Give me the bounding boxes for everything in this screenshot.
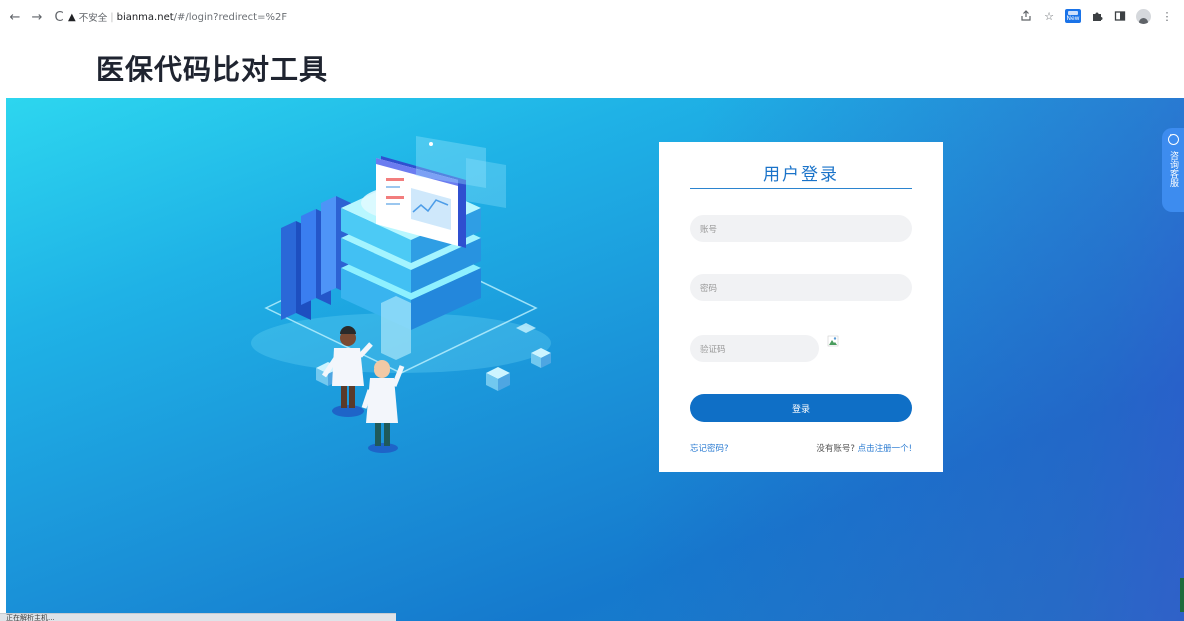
login-card: 用户登录 账号 密码 验证码 登录 忘记密码? 没有账号? 点击注册一个! [659,142,943,472]
share-icon[interactable] [1019,8,1033,24]
captcha-broken-image-icon[interactable] [827,335,839,347]
login-button[interactable]: 登录 [690,394,912,422]
register-prompt: 没有账号? 点击注册一个! [816,442,912,454]
page-title: 医保代码比对工具 [96,53,329,86]
captcha-input[interactable]: 验证码 [690,335,819,362]
no-account-text: 没有账号? [816,444,855,454]
login-title: 用户登录 [763,165,839,185]
url-host: bianma.net [116,11,174,23]
edge-widget [1180,578,1184,612]
account-input[interactable]: 账号 [690,215,912,242]
extension-new-icon[interactable]: New [1065,9,1081,23]
extensions-puzzle-icon[interactable] [1090,8,1104,24]
url-path: /#/login?redirect=%2F [173,11,288,23]
site-header: 医保代码比对工具 [0,34,1184,98]
browser-toolbar: ← → C ▲ 不安全 | bianma.net /#/login?redire… [0,0,1184,34]
address-bar[interactable]: ▲ 不安全 | bianma.net /#/login?redirect=%2F [64,6,1016,28]
forward-arrow-icon[interactable]: → [26,6,48,28]
title-divider [690,188,912,189]
address-separator: | [110,11,114,23]
toolbar-actions: ☆ New ⋮ [1019,8,1174,24]
back-arrow-icon[interactable]: ← [4,6,26,28]
isometric-data-illustration [251,136,551,453]
bookmark-star-icon[interactable]: ☆ [1042,8,1056,24]
warning-icon[interactable]: ▲ [68,12,76,23]
side-panel-icon[interactable] [1113,8,1127,24]
consult-label: 咨询客服 [1168,151,1178,187]
register-link[interactable]: 点击注册一个! [858,444,912,454]
insecure-label: 不安全 [78,13,108,24]
forgot-password-link[interactable]: 忘记密码? [690,442,729,454]
more-menu-icon[interactable]: ⋮ [1160,8,1174,24]
status-bar: 正在解析主机... [0,613,396,621]
chat-bubble-icon [1167,131,1179,145]
login-hero-section: 用户登录 账号 密码 验证码 登录 忘记密码? 没有账号? 点击注册一个! 咨询… [6,98,1184,621]
password-input[interactable]: 密码 [690,274,912,301]
consult-service-button[interactable]: 咨询客服 [1162,128,1184,212]
profile-avatar-icon[interactable] [1136,8,1151,24]
